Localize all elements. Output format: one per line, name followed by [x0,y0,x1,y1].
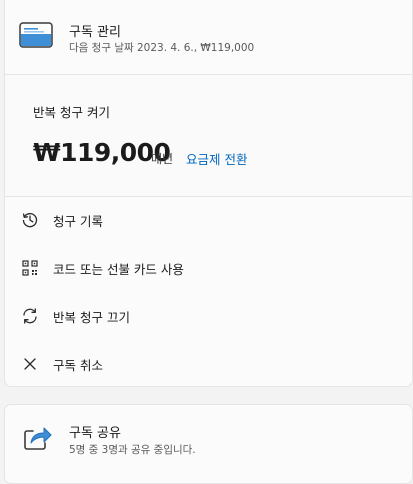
price: ₩119,000 [33,138,171,167]
history-icon [21,211,39,229]
share-subscription-card[interactable]: 구독 공유 5명 중 3명과 공유 중입니다. [4,404,413,484]
billing-history-item[interactable]: 청구 기록 [5,196,412,244]
qr-code-icon [21,259,39,277]
turn-off-recurring-item[interactable]: 반복 청구 끄기 [5,292,412,340]
close-icon [21,355,39,373]
billing-period: 매년 [151,152,174,166]
page-title: 구독 관리 [69,25,121,40]
redeem-code-label: 코드 또는 선불 카드 사용 [53,262,184,277]
recurring-billing-label: 반복 청구 켜기 [33,105,110,120]
cancel-subscription-item[interactable]: 구독 취소 [5,340,412,388]
share-status: 5명 중 3명과 공유 중입니다. [69,444,196,456]
billing-history-label: 청구 기록 [53,214,103,229]
next-billing-date: 다음 청구 날짜 2023. 4. 6., ₩119,000 [69,42,255,54]
subscription-card: 구독 관리 다음 청구 날짜 2023. 4. 6., ₩119,000 반복 … [4,0,413,387]
subscription-header[interactable]: 구독 관리 다음 청구 날짜 2023. 4. 6., ₩119,000 [5,0,412,75]
change-plan-link[interactable]: 요금제 전환 [186,149,247,168]
share-icon [23,425,53,451]
recurring-billing-section: 반복 청구 켜기 ₩119,000 매년 요금제 전환 [5,75,412,197]
credit-card-icon [19,22,53,48]
sync-icon [21,307,39,325]
share-title: 구독 공유 [69,426,121,441]
cancel-subscription-label: 구독 취소 [53,358,103,373]
redeem-code-item[interactable]: 코드 또는 선불 카드 사용 [5,244,412,292]
turn-off-recurring-label: 반복 청구 끄기 [53,310,130,325]
